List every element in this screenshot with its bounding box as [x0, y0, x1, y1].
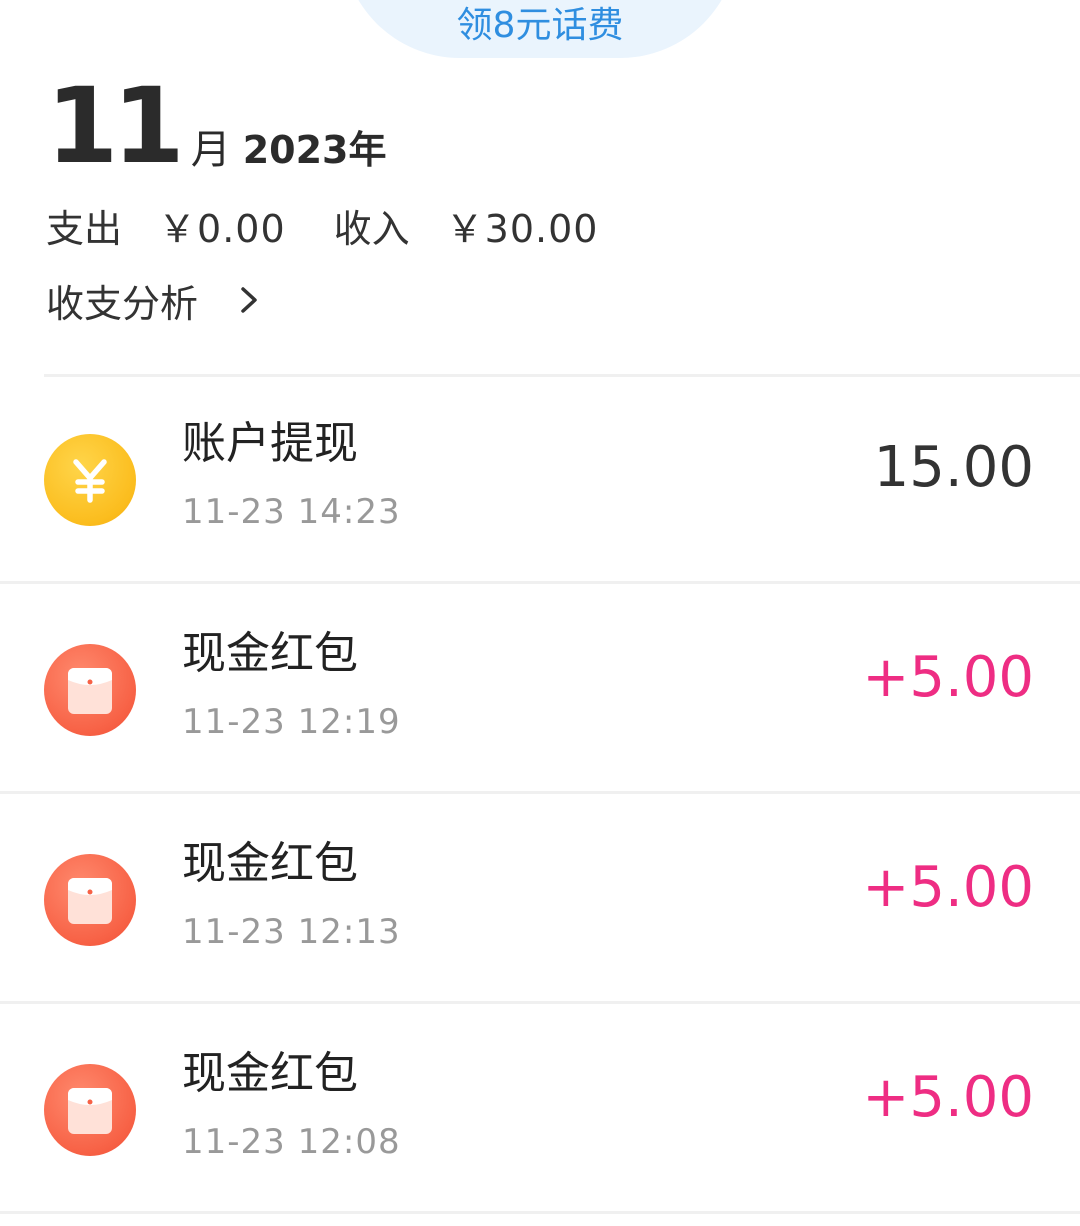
analysis-link[interactable]: 收支分析 — [46, 274, 264, 326]
transaction-time: 11-23 12:13 — [182, 912, 401, 952]
yuan-coin-icon — [44, 434, 136, 526]
transaction-title: 现金红包 — [182, 1048, 358, 1099]
income-label: 收入 — [333, 206, 410, 251]
transaction-time: 11-23 12:19 — [182, 702, 401, 742]
transaction-history-page: 领8元话费 11 月 2023年 支出 ￥0.00 收入 ￥30.00 收支分析 — [0, 0, 1080, 1226]
month-unit: 月 — [190, 127, 231, 173]
transaction-amount: +5.00 — [862, 855, 1034, 920]
income-value: ￥30.00 — [445, 206, 599, 251]
red-packet-icon — [44, 644, 136, 736]
month-number: 11 — [46, 65, 185, 187]
promo-tab[interactable]: 领8元话费 — [342, 0, 738, 58]
analysis-label: 收支分析 — [46, 281, 199, 326]
red-packet-icon — [44, 854, 136, 946]
expense-value: ￥0.00 — [158, 206, 286, 251]
promo-label: 领8元话费 — [456, 5, 624, 46]
transaction-amount: +5.00 — [862, 1065, 1034, 1130]
transaction-title: 账户提现 — [182, 418, 358, 469]
transaction-title: 现金红包 — [182, 628, 358, 679]
transaction-row[interactable]: 账户提现 11-23 14:23 15.00 — [0, 374, 1080, 584]
month-selector[interactable]: 11 月 2023年 — [46, 66, 387, 178]
transaction-amount: +5.00 — [862, 645, 1034, 710]
transaction-time: 11-23 14:23 — [182, 492, 401, 532]
transaction-time: 11-23 12:08 — [182, 1122, 401, 1162]
transaction-amount: 15.00 — [873, 435, 1034, 500]
transaction-title: 现金红包 — [182, 838, 358, 889]
chevron-right-icon — [234, 285, 264, 315]
year-label: 2023年 — [242, 128, 387, 172]
row-divider — [0, 1211, 1080, 1214]
monthly-summary: 支出 ￥0.00 收入 ￥30.00 — [46, 200, 646, 251]
red-packet-icon — [44, 1064, 136, 1156]
expense-label: 支出 — [46, 206, 123, 251]
transaction-row[interactable]: 现金红包 11-23 12:19 +5.00 — [0, 584, 1080, 794]
transaction-row[interactable]: 现金红包 11-23 12:08 +5.00 — [0, 1004, 1080, 1214]
transaction-row[interactable]: 现金红包 11-23 12:13 +5.00 — [0, 794, 1080, 1004]
